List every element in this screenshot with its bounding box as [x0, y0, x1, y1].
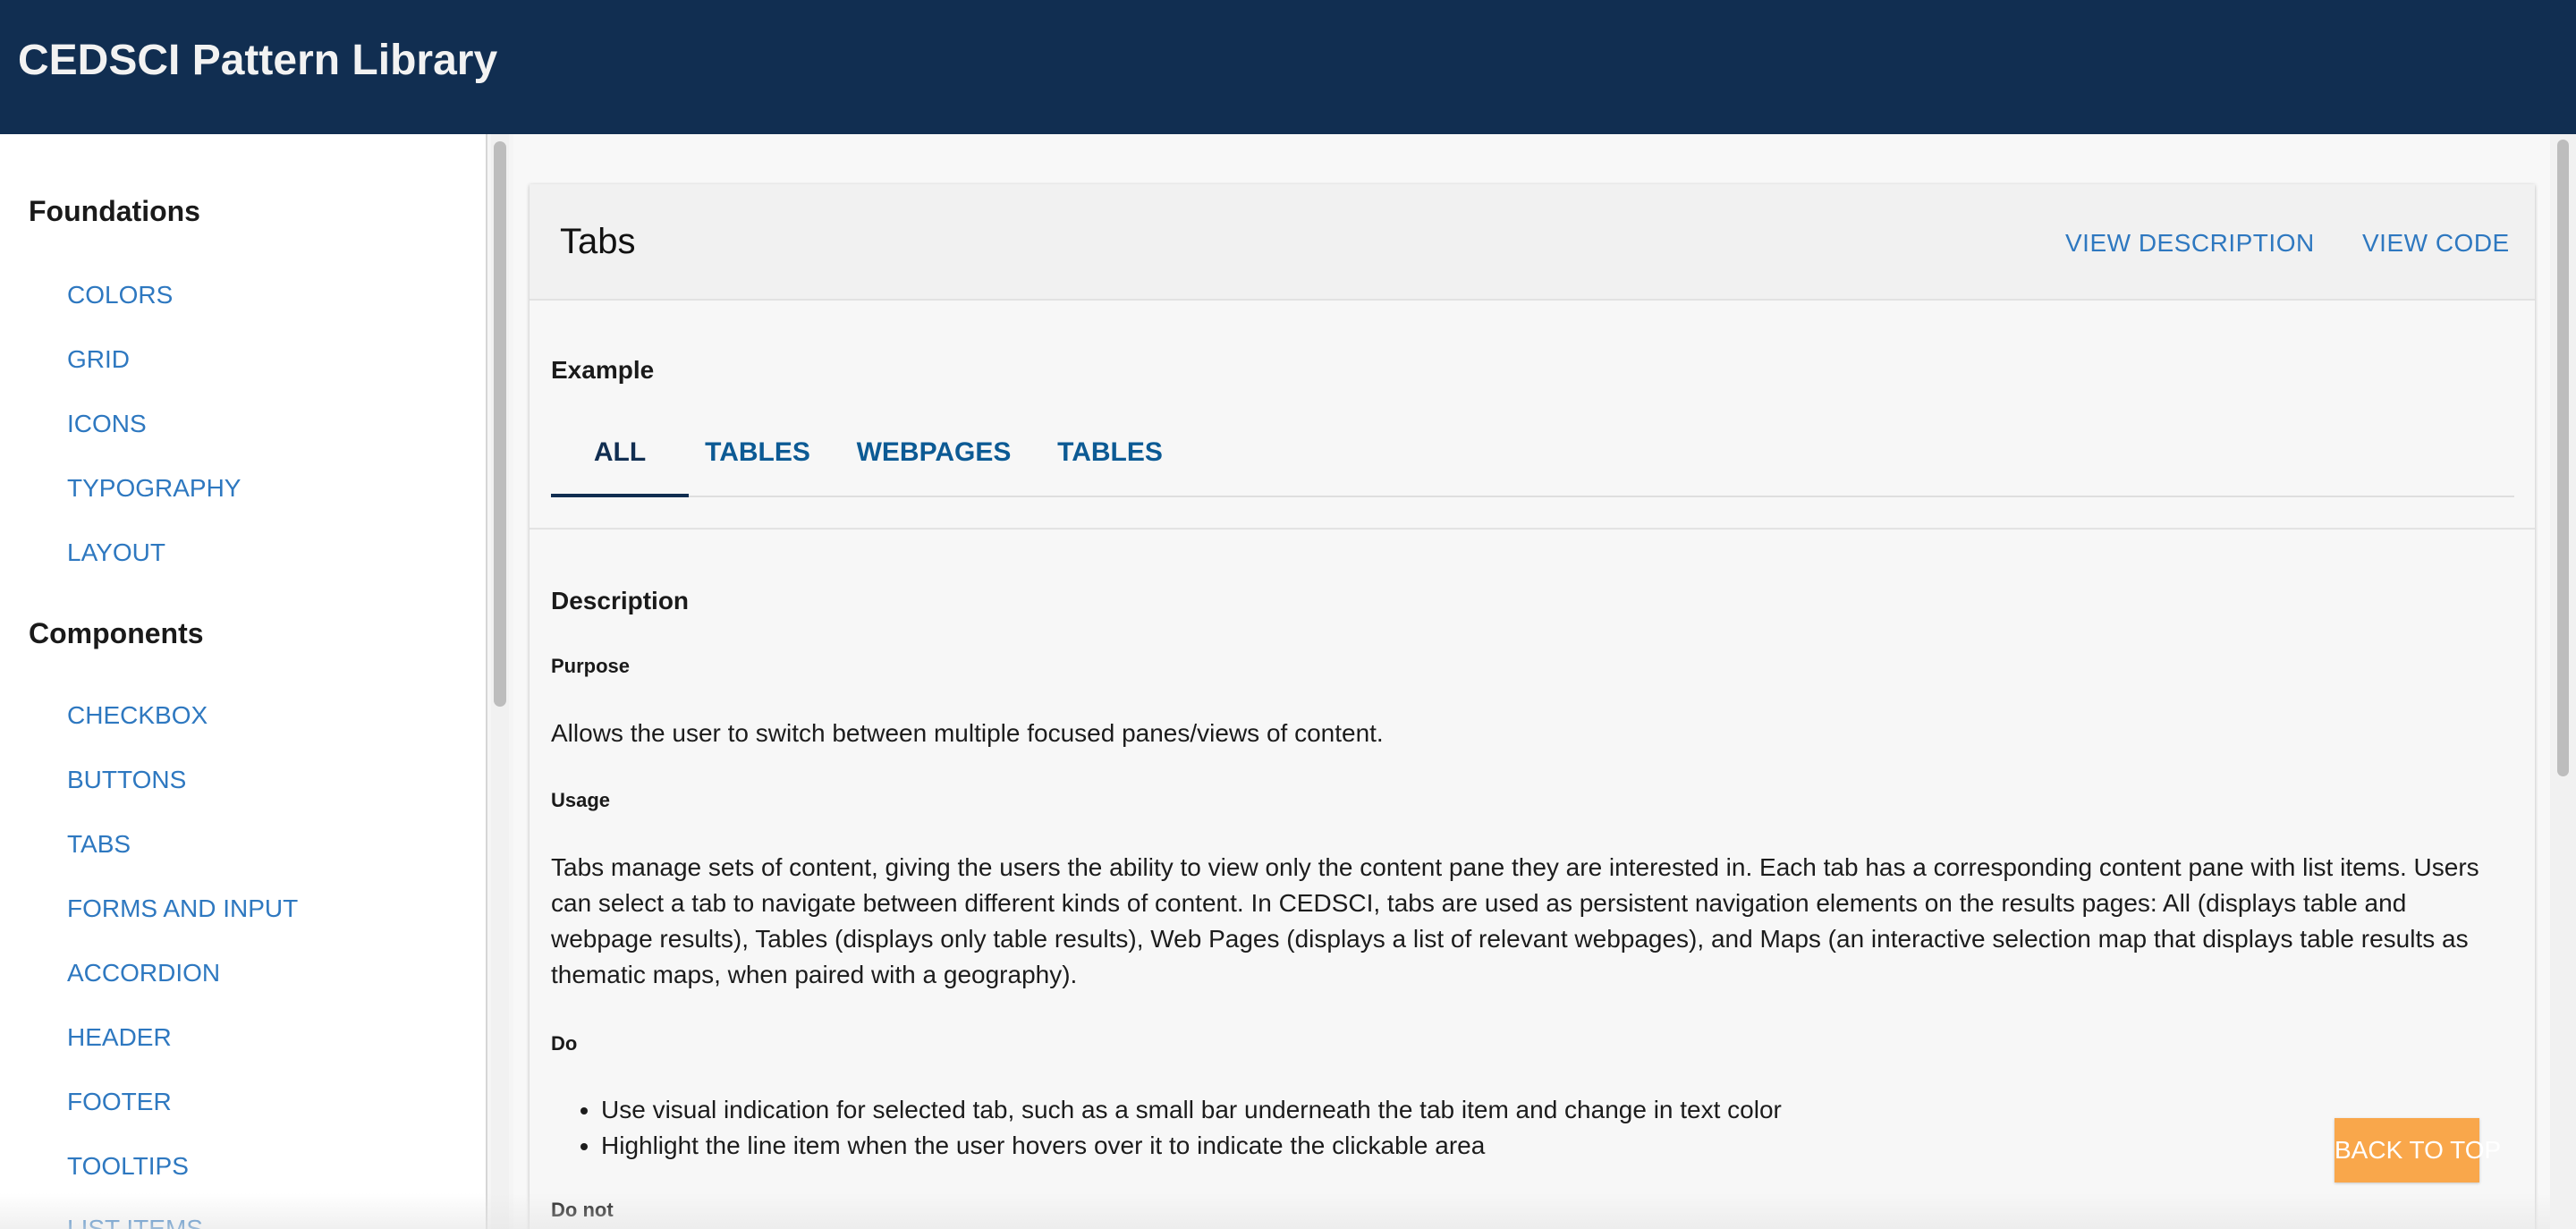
purpose-heading: Purpose: [551, 655, 631, 677]
example-heading: Example: [551, 356, 655, 384]
usage-text: Tabs manage sets of content, giving the …: [551, 853, 2479, 988]
tab-tables-2[interactable]: TABLES: [1041, 426, 1179, 497]
sidebar-nav: Foundations COLORS GRID ICONS TYPOGRAPHY…: [0, 134, 487, 1229]
tab-tables[interactable]: TABLES: [689, 426, 826, 497]
usage-heading: Usage: [551, 789, 611, 811]
sidebar-heading-foundations: Foundations: [29, 195, 200, 227]
card-header: Tabs VIEW DESCRIPTION VIEW CODE: [530, 184, 2535, 301]
sidebar-item-colors[interactable]: COLORS: [67, 281, 173, 309]
page-title: Tabs: [560, 222, 636, 261]
tab-all[interactable]: ALL: [551, 426, 689, 497]
tab-webpages[interactable]: WEBPAGES: [826, 426, 1041, 497]
sidebar-item-typography[interactable]: TYPOGRAPHY: [67, 474, 241, 503]
description-heading: Description: [551, 587, 690, 614]
do-heading: Do: [551, 1032, 578, 1055]
sidebar-item-tooltips[interactable]: TOOLTIPS: [67, 1152, 189, 1181]
sidebar-item-buttons[interactable]: BUTTONS: [67, 766, 186, 794]
do-not-heading: Do not: [551, 1199, 614, 1221]
sidebar-item-icons[interactable]: ICONS: [67, 410, 147, 438]
sidebar-item-forms-and-input[interactable]: FORMS AND INPUT: [67, 894, 298, 923]
example-tab-bar: ALL TABLES WEBPAGES TABLES: [551, 426, 2514, 497]
sidebar-scrollbar[interactable]: [491, 134, 509, 1229]
sidebar-scrollbar-thumb[interactable]: [494, 141, 506, 707]
top-header: CEDSCI Pattern Library: [0, 0, 2576, 134]
sidebar-item-tabs[interactable]: TABS: [67, 830, 131, 859]
do-list: Use visual indication for selected tab, …: [601, 1092, 2479, 1164]
purpose-text: Allows the user to switch between multip…: [551, 719, 1384, 747]
sidebar-item-footer[interactable]: FOOTER: [67, 1088, 172, 1116]
view-description-link[interactable]: VIEW DESCRIPTION: [2065, 229, 2315, 258]
sidebar-heading-components: Components: [29, 617, 204, 649]
list-item: Highlight the line item when the user ho…: [601, 1128, 2479, 1164]
view-code-link[interactable]: VIEW CODE: [2362, 229, 2510, 258]
sidebar-item-grid[interactable]: GRID: [67, 345, 130, 374]
sidebar-item-list-items[interactable]: LIST ITEMS: [67, 1215, 203, 1229]
list-item: Use visual indication for selected tab, …: [601, 1092, 2479, 1128]
app-title[interactable]: CEDSCI Pattern Library: [18, 36, 497, 85]
main-scrollbar[interactable]: [2550, 134, 2576, 1229]
sidebar-item-layout[interactable]: LAYOUT: [67, 538, 165, 567]
sidebar-item-header[interactable]: HEADER: [67, 1023, 172, 1052]
main-scrollbar-thumb[interactable]: [2557, 140, 2569, 776]
sidebar-item-checkbox[interactable]: CHECKBOX: [67, 701, 208, 730]
back-to-top-button[interactable]: BACK TO TOP: [2334, 1118, 2501, 1182]
pattern-card: Tabs VIEW DESCRIPTION VIEW CODE Example …: [530, 184, 2535, 1229]
section-divider: [530, 528, 2535, 530]
sidebar-item-accordion[interactable]: ACCORDION: [67, 959, 220, 987]
